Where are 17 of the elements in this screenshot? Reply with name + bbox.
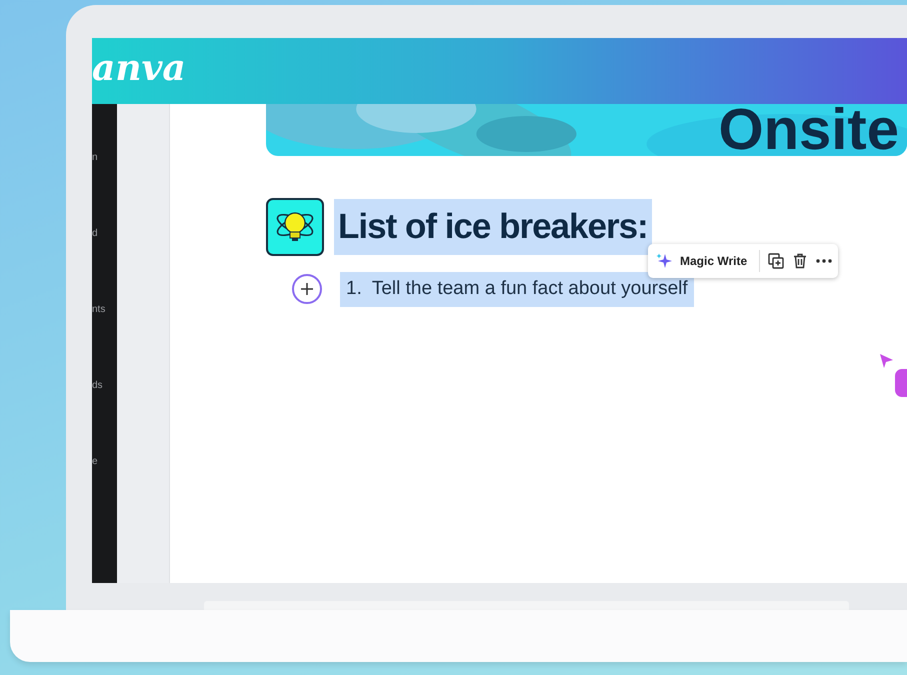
add-icon[interactable]	[292, 274, 322, 304]
sidebar-label[interactable]: n	[92, 152, 117, 228]
sidebar-label[interactable]: nts	[92, 304, 117, 380]
sidebar-label[interactable]: ds	[92, 380, 117, 456]
lightbulb-icon	[266, 198, 324, 256]
list-item: 1. Tell the team a fun fact about yourself	[340, 272, 694, 306]
banner-title: Onsite	[718, 104, 900, 156]
heading: List of ice breakers:	[334, 198, 652, 256]
cursor-icon	[880, 354, 894, 368]
trash-icon[interactable]	[792, 253, 808, 269]
duplicate-icon[interactable]	[768, 253, 784, 269]
more-icon[interactable]	[816, 259, 832, 263]
sparkle-icon	[656, 253, 672, 269]
logo: anva	[92, 47, 187, 92]
sidebar-label[interactable]: e	[92, 456, 117, 532]
sidebar-label[interactable]: d	[92, 228, 117, 304]
magic-write-button[interactable]: Magic Write	[654, 250, 760, 272]
